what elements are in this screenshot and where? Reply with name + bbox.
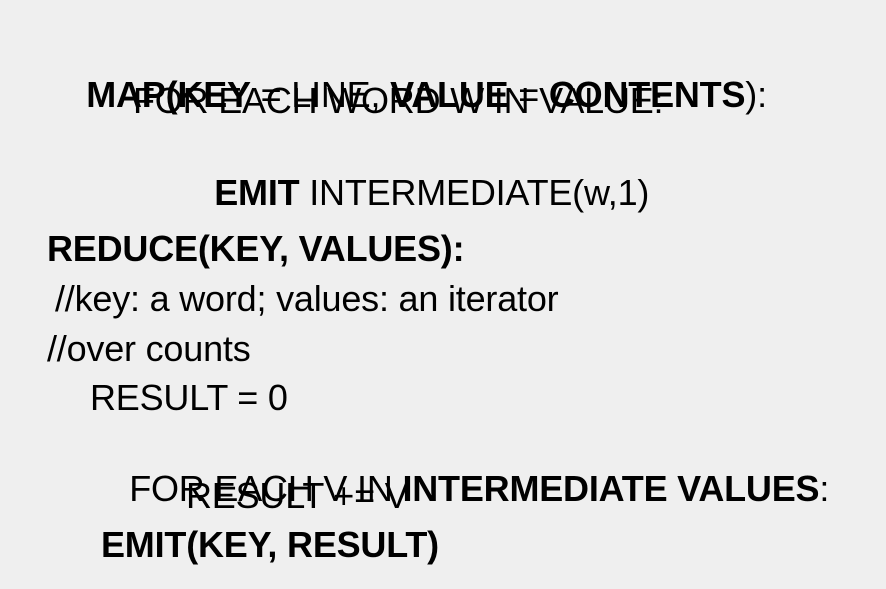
reduce-comment-2: //over counts xyxy=(47,328,251,369)
reduce-comment-1: //key: a word; values: an iterator xyxy=(55,278,559,319)
reduce-accumulate: RESULT += V xyxy=(186,475,409,516)
slide: MAP(KEY = LINE, VALUE = CONTENTS): FOR E… xyxy=(0,0,886,589)
map-close: ): xyxy=(745,74,767,115)
reduce-for-suffix: : xyxy=(819,468,830,509)
reduce-signature: REDUCE(KEY, VALUES): xyxy=(47,228,465,269)
reduce-emit: EMIT(KEY, RESULT) xyxy=(101,524,439,565)
map-emit-keyword: EMIT xyxy=(214,172,300,213)
reduce-result-init: RESULT = 0 xyxy=(90,377,288,418)
reduce-intermediate-values: INTERMEDIATE VALUES xyxy=(402,468,820,509)
map-for-each-line: FOR EACH WORD W IN VALUE: xyxy=(133,80,664,121)
map-emit-rest: INTERMEDIATE(w,1) xyxy=(299,172,650,213)
